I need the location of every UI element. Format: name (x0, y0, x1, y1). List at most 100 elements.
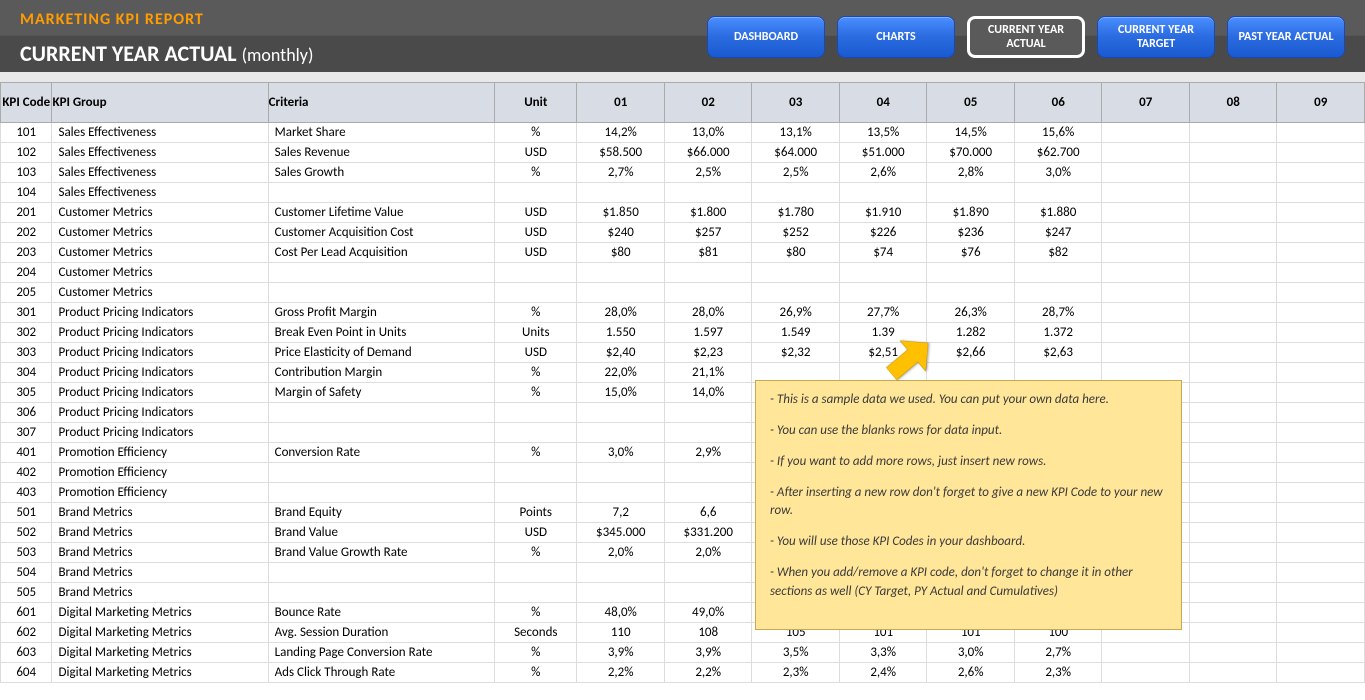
cell[interactable] (268, 283, 494, 303)
cell[interactable]: $252 (752, 223, 840, 243)
cell[interactable]: 27,7% (839, 303, 927, 323)
cell[interactable] (1102, 243, 1190, 263)
cell[interactable] (268, 463, 494, 483)
cell[interactable]: 2,2% (664, 663, 752, 683)
cell[interactable]: 306 (1, 403, 52, 423)
cell[interactable] (268, 563, 494, 583)
col-header[interactable]: 05 (927, 83, 1015, 123)
cell[interactable] (1189, 463, 1277, 483)
cell[interactable]: 2,8% (927, 163, 1015, 183)
cell[interactable]: USD (495, 203, 577, 223)
cell[interactable]: Price Elasticity of Demand (268, 343, 494, 363)
cell[interactable] (268, 403, 494, 423)
cell[interactable]: Product Pricing Indicators (52, 383, 268, 403)
cell[interactable]: 6,6 (664, 503, 752, 523)
cell[interactable]: 26,9% (752, 303, 840, 323)
cell[interactable]: 301 (1, 303, 52, 323)
cell[interactable]: Conversion Rate (268, 443, 494, 463)
cell[interactable]: Sales Effectiveness (52, 123, 268, 143)
cell[interactable]: 501 (1, 503, 52, 523)
cell[interactable]: 305 (1, 383, 52, 403)
cell[interactable]: % (495, 443, 577, 463)
cell[interactable]: 205 (1, 283, 52, 303)
cell[interactable]: 304 (1, 363, 52, 383)
cell[interactable]: Market Share (268, 123, 494, 143)
cell[interactable] (495, 183, 577, 203)
cell[interactable]: 15,0% (577, 383, 665, 403)
cell[interactable] (577, 463, 665, 483)
cell[interactable] (1277, 343, 1365, 363)
col-header[interactable]: 02 (664, 83, 752, 123)
cell[interactable]: $58.500 (577, 143, 665, 163)
cell[interactable]: 13,1% (752, 123, 840, 143)
cell[interactable]: Digital Marketing Metrics (52, 623, 268, 643)
col-header[interactable]: 04 (839, 83, 927, 123)
cell[interactable] (1277, 163, 1365, 183)
cell[interactable] (664, 423, 752, 443)
cell[interactable]: 1.597 (664, 323, 752, 343)
cell[interactable]: 307 (1, 423, 52, 443)
cell[interactable]: Avg. Session Duration (268, 623, 494, 643)
cell[interactable] (1277, 463, 1365, 483)
cell[interactable]: Margin of Safety (268, 383, 494, 403)
cell[interactable] (1277, 623, 1365, 643)
cell[interactable]: $74 (839, 243, 927, 263)
cell[interactable]: Brand Metrics (52, 543, 268, 563)
cell[interactable]: $66.000 (664, 143, 752, 163)
cell[interactable]: $2,40 (577, 343, 665, 363)
cell[interactable] (1189, 223, 1277, 243)
cell[interactable] (664, 483, 752, 503)
cell[interactable]: 2,3% (752, 663, 840, 683)
cell[interactable]: Sales Revenue (268, 143, 494, 163)
cell[interactable]: 110 (577, 623, 665, 643)
cell[interactable]: $2,63 (1014, 343, 1102, 363)
cell[interactable]: 108 (664, 623, 752, 643)
cell[interactable] (268, 183, 494, 203)
cell[interactable]: Customer Metrics (52, 203, 268, 223)
cell[interactable]: $1.910 (839, 203, 927, 223)
cell[interactable] (1189, 263, 1277, 283)
cell[interactable]: $331.200 (664, 523, 752, 543)
cell[interactable] (1189, 643, 1277, 663)
cell[interactable] (1189, 203, 1277, 223)
cell[interactable] (1189, 483, 1277, 503)
cell[interactable] (1189, 583, 1277, 603)
col-header[interactable]: 09 (1277, 83, 1365, 123)
cell[interactable] (495, 263, 577, 283)
nav-button-1[interactable]: CHARTS (837, 16, 955, 58)
cell[interactable] (1189, 143, 1277, 163)
cell[interactable]: 2,0% (664, 543, 752, 563)
cell[interactable] (1277, 223, 1365, 243)
cell[interactable] (927, 183, 1015, 203)
cell[interactable]: Points (495, 503, 577, 523)
cell[interactable]: % (495, 543, 577, 563)
cell[interactable] (268, 483, 494, 503)
cell[interactable]: 1.549 (752, 323, 840, 343)
cell[interactable]: 49,0% (664, 603, 752, 623)
cell[interactable]: USD (495, 143, 577, 163)
cell[interactable] (839, 183, 927, 203)
cell[interactable]: 1.372 (1014, 323, 1102, 343)
cell[interactable]: 7,2 (577, 503, 665, 523)
cell[interactable]: Brand Value Growth Rate (268, 543, 494, 563)
cell[interactable]: USD (495, 243, 577, 263)
cell[interactable]: 303 (1, 343, 52, 363)
cell[interactable] (1277, 423, 1365, 443)
cell[interactable]: Bounce Rate (268, 603, 494, 623)
cell[interactable]: $62.700 (1014, 143, 1102, 163)
cell[interactable] (1189, 663, 1277, 683)
cell[interactable] (495, 483, 577, 503)
cell[interactable] (577, 483, 665, 503)
cell[interactable] (1189, 543, 1277, 563)
cell[interactable]: Sales Growth (268, 163, 494, 183)
cell[interactable]: $81 (664, 243, 752, 263)
cell[interactable]: 603 (1, 643, 52, 663)
cell[interactable] (1189, 383, 1277, 403)
cell[interactable]: USD (495, 343, 577, 363)
cell[interactable]: % (495, 663, 577, 683)
cell[interactable]: Product Pricing Indicators (52, 403, 268, 423)
nav-button-0[interactable]: DASHBOARD (707, 16, 825, 58)
cell[interactable]: 13,0% (664, 123, 752, 143)
cell[interactable]: 28,0% (664, 303, 752, 323)
cell[interactable] (268, 583, 494, 603)
